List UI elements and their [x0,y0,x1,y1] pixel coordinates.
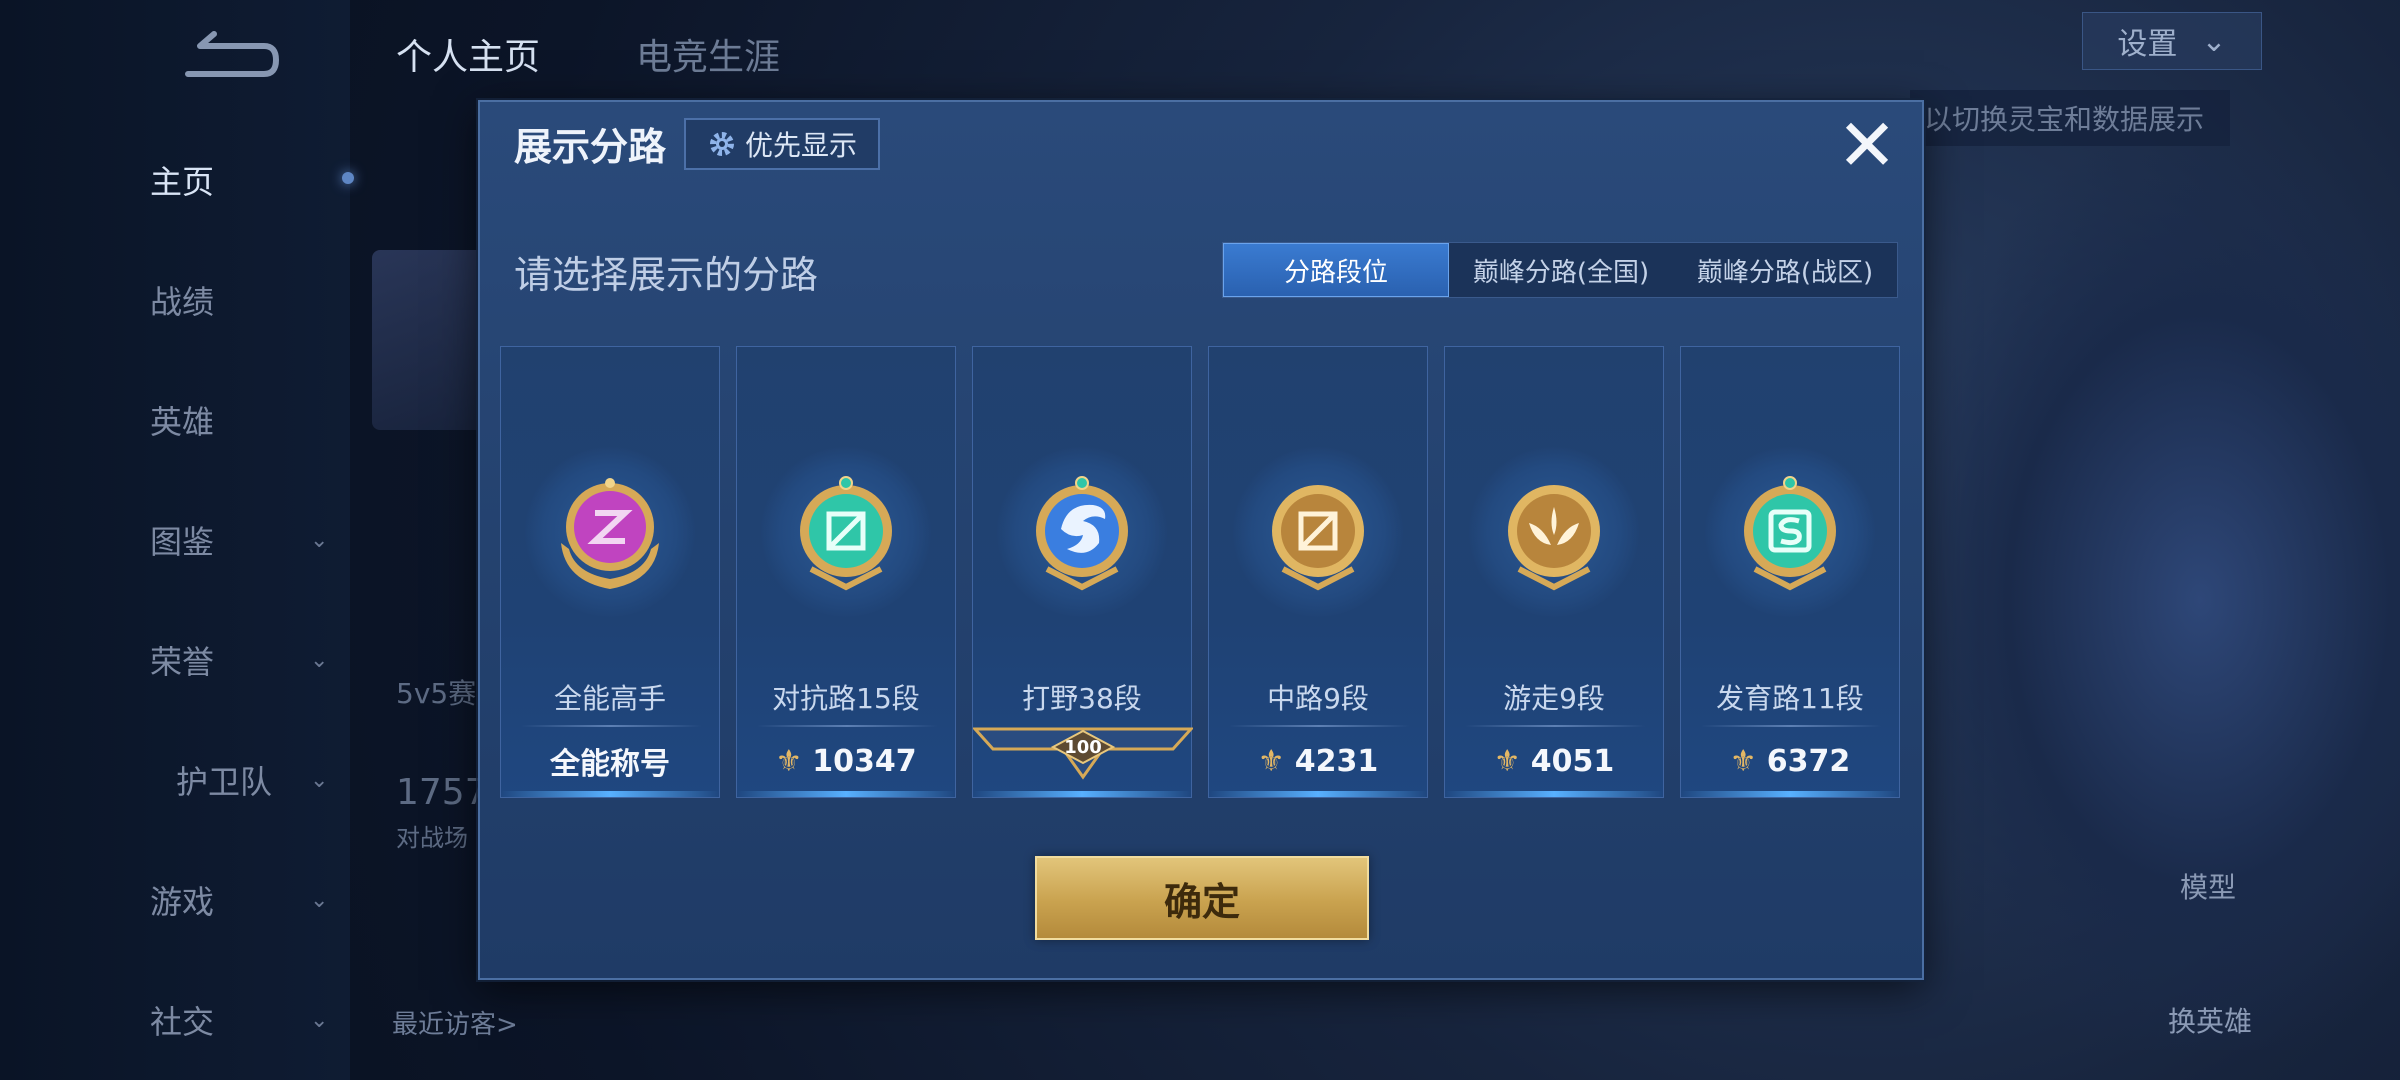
divider [521,725,701,727]
selection-glow [737,791,955,797]
lane-name: 全能高手 [553,682,666,715]
lane-value: ⚜ 4051 [1445,739,1663,783]
lane-value-text: 4051 [1530,743,1615,779]
tab-esports[interactable]: 电竞生涯 [636,28,780,80]
lane-value: ⚜ 10347 [737,739,955,783]
lane-name: 中路9段 [1267,682,1369,715]
tab-lane-rank[interactable]: 分路段位 [1223,243,1449,297]
lane-name: 游走9段 [1503,682,1605,715]
divider [1465,725,1645,727]
lane-value-text: 4231 [1294,743,1379,779]
sidebar-item-games[interactable]: 游戏 ⌄ [150,870,350,930]
lane-card-jungle[interactable]: 打野38段 100 [972,346,1193,798]
roam-badge-icon [1508,485,1600,591]
lane-value-text: 全能称号 [550,747,670,782]
model-button[interactable]: 模型 [2180,866,2236,906]
gear-icon [709,132,734,156]
lane-card-allround[interactable]: 全能高手 全能称号 [500,346,720,798]
sidebar-item-label: 主页 [150,163,215,201]
lane-name: 发育路11段 [1716,682,1864,715]
rank-banner-icon: 100 [973,727,1193,780]
recent-visitors-link[interactable]: 最近访客> [392,1004,518,1041]
dialog-title: 展示分路 [514,125,667,169]
priority-label: 优先显示 [744,129,857,162]
mode-text: 5v5赛 [396,677,477,710]
score-text: 1757 [396,772,488,813]
back-icon[interactable] [180,30,280,82]
divider [1701,725,1881,727]
rank-banner-value: 100 [1064,737,1102,758]
lane-value-text: 10347 [812,743,917,779]
peak-score-icon: ⚜ [1493,743,1521,779]
sidebar-item-guard[interactable]: 护卫队 ⌄ [176,750,376,810]
sidebar-item-heroes[interactable]: 英雄 [150,390,350,450]
close-icon[interactable]: ✕ [1832,109,1902,181]
settings-label: 设置 [2117,27,2178,62]
chevron-down-icon: ⌄ [310,887,329,913]
lane-value-text: 6372 [1766,743,1851,779]
lane-name: 打野38段 [1022,682,1142,715]
sidebar-item-label: 荣誉 [150,643,215,681]
selection-glow [1445,791,1663,797]
farm-lane-badge-icon [1744,476,1836,591]
settings-button[interactable]: 设置 ⌄ [2082,12,2262,70]
chevron-down-icon: ⌄ [310,767,329,793]
confirm-button[interactable]: 确定 [1035,856,1369,940]
lane-card-roam[interactable]: 游走9段 ⚜ 4051 [1444,346,1664,798]
divider [1229,725,1409,727]
lane-card-farm[interactable]: 发育路11段 ⚜ 6372 [1680,346,1900,798]
sidebar-item-home[interactable]: 主页 [150,150,350,210]
hero-art [1900,150,2400,1050]
chevron-down-icon: ⌄ [310,1007,329,1033]
selection-glow [501,791,719,797]
selection-glow [1209,791,1427,797]
chevron-down-icon: ⌄ [310,647,329,673]
peak-score-icon: ⚜ [1729,743,1757,779]
peak-score-icon: ⚜ [1257,743,1285,779]
sidebar-item-honor[interactable]: 荣誉 ⌄ [150,630,350,690]
sidebar-item-records[interactable]: 战绩 [150,270,350,330]
chevron-down-icon: ⌄ [2201,23,2227,59]
tab-profile[interactable]: 个人主页 [396,28,540,80]
sidebar-item-label: 战绩 [150,283,215,321]
dialog-subtitle: 请选择展示的分路 [514,253,819,297]
tab-peak-national[interactable]: 巅峰分路(全国) [1449,243,1673,297]
lane-card-clash[interactable]: 对抗路15段 ⚜ 10347 [736,346,956,798]
lane-value: ⚜ 4231 [1209,739,1427,783]
chevron-down-icon: ⌄ [310,527,329,553]
jungle-badge-icon [1036,476,1128,591]
lane-value: 全能称号 [501,739,719,783]
divider [757,725,937,727]
lane-display-dialog: 展示分路 优先显示 ✕ 请选择展示的分路 分路段位 巅峰分路(全国) 巅峰分路(… [478,100,1924,980]
clash-lane-badge-icon [800,476,892,591]
selection-glow [1681,791,1899,797]
lane-tabs: 分路段位 巅峰分路(全国) 巅峰分路(战区) [1222,242,1898,298]
selection-glow [973,791,1191,797]
sidebar-item-label: 图鉴 [150,523,215,561]
sidebar: 主页 战绩 英雄 图鉴 ⌄ 荣誉 ⌄ 护卫队 ⌄ 游戏 ⌄ 社交 ⌄ [0,0,354,1080]
sidebar-item-label: 护卫队 [176,763,273,801]
sidebar-item-codex[interactable]: 图鉴 ⌄ [150,510,350,570]
lane-card-mid[interactable]: 中路9段 ⚜ 4231 [1208,346,1428,798]
switch-hero-button[interactable]: 换英雄 [2168,1000,2252,1040]
hint-banner: 以切换灵宝和数据展示 [1910,90,2230,146]
sidebar-item-label: 游戏 [150,883,215,921]
sidebar-item-label: 社交 [150,1003,215,1041]
peak-score-icon: ⚜ [775,743,803,779]
sidebar-item-label: 英雄 [150,403,215,441]
sidebar-item-social[interactable]: 社交 ⌄ [150,990,350,1050]
lane-value: ⚜ 6372 [1681,739,1899,783]
tab-peak-region[interactable]: 巅峰分路(战区) [1673,243,1897,297]
priority-display-button[interactable]: 优先显示 [684,118,880,170]
score-sub-text: 对战场 [396,824,468,852]
lane-cards: 全能高手 全能称号 对抗路15段 ⚜ 10347 打野38段 100 中路9段 … [500,346,1906,798]
lane-name: 对抗路15段 [772,682,920,715]
mid-lane-badge-icon [1272,485,1364,591]
allround-badge-icon [561,478,659,589]
